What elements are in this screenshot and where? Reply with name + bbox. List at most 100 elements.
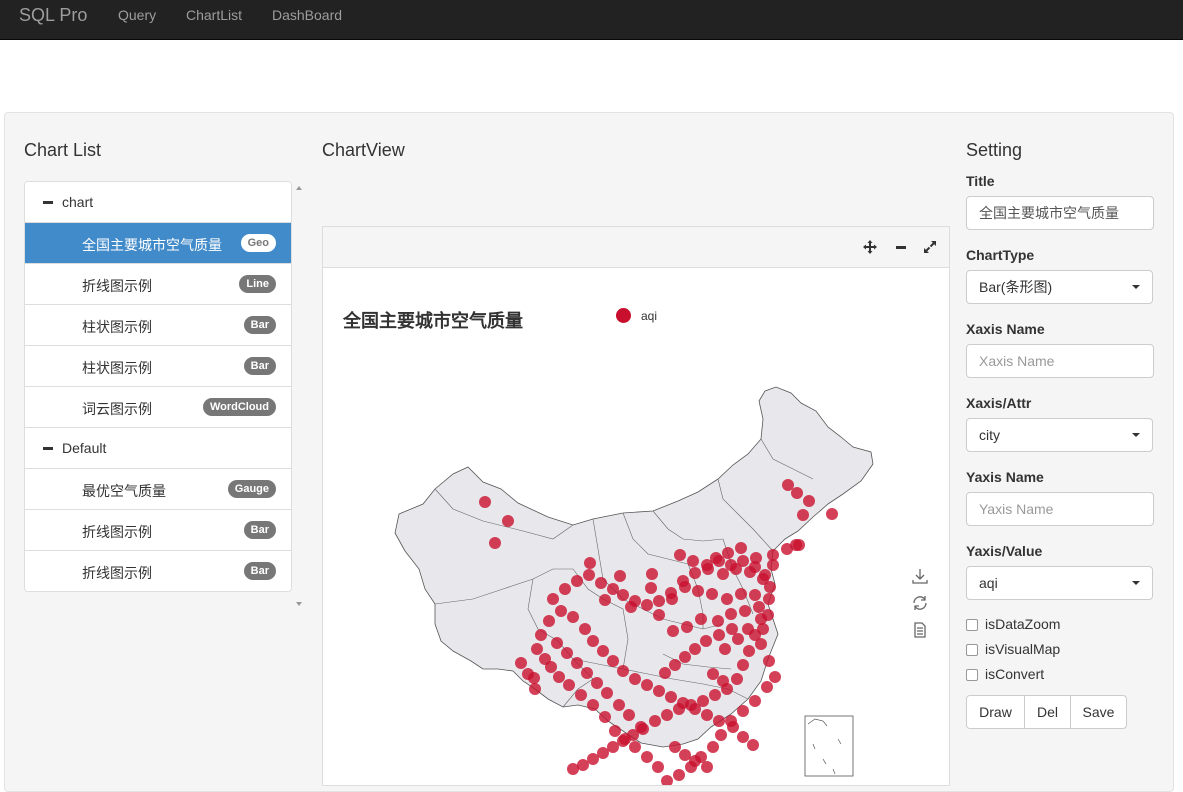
city-marker[interactable] (551, 637, 563, 649)
city-marker[interactable] (599, 594, 611, 606)
city-marker[interactable] (607, 583, 619, 595)
city-marker[interactable] (725, 559, 737, 571)
xaxis-name-input[interactable] (966, 344, 1154, 378)
city-marker[interactable] (553, 671, 565, 683)
city-marker[interactable] (707, 741, 719, 753)
city-marker[interactable] (641, 679, 653, 691)
city-marker[interactable] (737, 659, 749, 671)
city-marker[interactable] (646, 568, 658, 580)
scroll-down-arrow-icon[interactable] (296, 602, 302, 606)
city-marker[interactable] (735, 542, 747, 554)
city-marker[interactable] (701, 709, 713, 721)
city-marker[interactable] (531, 643, 543, 655)
collapse-icon[interactable] (43, 201, 53, 204)
city-marker[interactable] (563, 679, 575, 691)
city-marker[interactable] (790, 539, 802, 551)
city-marker[interactable] (732, 633, 744, 645)
city-marker[interactable] (719, 643, 731, 655)
yaxis-name-input[interactable] (966, 492, 1154, 526)
city-marker[interactable] (803, 495, 815, 507)
city-marker[interactable] (567, 611, 579, 623)
city-marker[interactable] (607, 741, 619, 753)
city-marker[interactable] (709, 689, 721, 701)
city-marker[interactable] (767, 559, 779, 571)
city-marker[interactable] (529, 683, 541, 695)
city-marker[interactable] (764, 581, 776, 593)
city-marker[interactable] (679, 651, 691, 663)
city-marker[interactable] (617, 589, 629, 601)
city-marker[interactable] (791, 487, 803, 499)
minimize-icon[interactable] (893, 239, 909, 255)
city-marker[interactable] (687, 555, 699, 567)
city-marker[interactable] (725, 608, 737, 620)
city-marker[interactable] (782, 479, 794, 491)
city-marker[interactable] (763, 655, 775, 667)
city-marker[interactable] (689, 643, 701, 655)
city-marker[interactable] (567, 763, 579, 775)
city-marker[interactable] (629, 741, 641, 753)
scroll-up-arrow-icon[interactable] (296, 186, 302, 190)
city-marker[interactable] (673, 769, 685, 781)
city-marker[interactable] (641, 751, 653, 763)
city-marker[interactable] (749, 589, 761, 601)
city-marker[interactable] (595, 577, 607, 589)
tree-item[interactable]: 折线图示例 Bar (25, 510, 291, 551)
city-marker[interactable] (522, 668, 534, 680)
city-marker[interactable] (667, 625, 679, 637)
city-marker[interactable] (685, 699, 697, 711)
nav-query[interactable]: Query (118, 7, 156, 23)
city-marker[interactable] (627, 729, 639, 741)
city-marker[interactable] (597, 645, 609, 657)
title-input[interactable] (966, 196, 1154, 230)
city-marker[interactable] (713, 629, 725, 641)
city-marker[interactable] (713, 555, 725, 567)
city-marker[interactable] (661, 709, 673, 721)
city-marker[interactable] (607, 655, 619, 667)
city-marker[interactable] (583, 569, 595, 581)
city-marker[interactable] (669, 741, 681, 753)
city-marker[interactable] (749, 695, 761, 707)
city-marker[interactable] (543, 615, 555, 627)
city-marker[interactable] (641, 599, 653, 611)
city-marker[interactable] (614, 570, 626, 582)
city-marker[interactable] (629, 673, 641, 685)
city-marker[interactable] (679, 749, 691, 761)
city-marker[interactable] (571, 657, 583, 669)
draw-button[interactable]: Draw (966, 695, 1025, 729)
city-marker[interactable] (559, 583, 571, 595)
city-marker[interactable] (695, 613, 707, 625)
city-marker[interactable] (587, 699, 599, 711)
city-marker[interactable] (706, 588, 718, 600)
city-marker[interactable] (700, 635, 712, 647)
city-marker[interactable] (653, 609, 665, 621)
city-marker[interactable] (637, 723, 649, 735)
city-marker[interactable] (645, 582, 657, 594)
city-marker[interactable] (727, 721, 739, 733)
city-marker[interactable] (701, 559, 713, 571)
city-marker[interactable] (665, 691, 677, 703)
city-marker[interactable] (629, 595, 641, 607)
city-marker[interactable] (653, 595, 665, 607)
city-marker[interactable] (652, 761, 664, 773)
city-marker[interactable] (659, 667, 671, 679)
city-marker[interactable] (571, 575, 583, 587)
city-marker[interactable] (717, 568, 729, 580)
city-marker[interactable] (737, 555, 749, 567)
city-marker[interactable] (743, 645, 755, 657)
city-marker[interactable] (613, 699, 625, 711)
save-button[interactable]: Save (1070, 695, 1127, 729)
city-marker[interactable] (755, 613, 767, 625)
move-icon[interactable] (862, 239, 878, 255)
city-marker[interactable] (581, 667, 593, 679)
city-marker[interactable] (665, 587, 677, 599)
tree-group-chart[interactable]: chart (25, 182, 291, 223)
city-marker[interactable] (739, 605, 751, 617)
tree-item[interactable]: 柱状图示例 Bar (25, 346, 291, 387)
city-marker[interactable] (677, 575, 689, 587)
expand-icon[interactable] (922, 239, 938, 255)
city-marker[interactable] (649, 715, 661, 727)
city-marker[interactable] (673, 703, 685, 715)
city-marker[interactable] (674, 549, 686, 561)
collapse-icon[interactable] (43, 447, 53, 450)
city-marker[interactable] (761, 681, 773, 693)
